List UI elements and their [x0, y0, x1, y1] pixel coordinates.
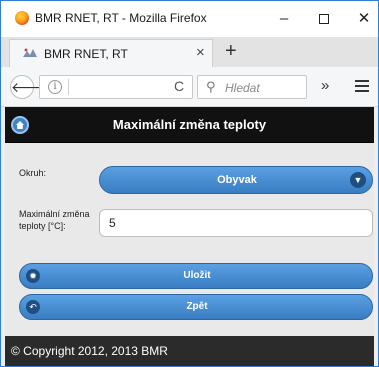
copyright-text: © Copyright 2012, 2013 BMR: [11, 344, 168, 358]
url-separator: [68, 79, 69, 95]
tab-bmr-rnet[interactable]: BMR RNET, RT ×: [9, 39, 213, 67]
maximize-button[interactable]: [307, 7, 341, 31]
close-window-button[interactable]: ✕: [347, 7, 379, 31]
max-change-label: Maximální změna teploty [°C]:: [19, 209, 90, 231]
page-footer: © Copyright 2012, 2013 BMR: [5, 336, 374, 366]
minimize-button[interactable]: –: [267, 7, 301, 31]
close-tab-icon[interactable]: ×: [196, 44, 205, 61]
title-bar: BMR RNET, RT - Mozilla Firefox – ✕: [1, 1, 378, 37]
circuit-label: Okruh:: [19, 168, 47, 178]
search-placeholder: Hledat: [225, 81, 260, 95]
save-button-label: Uložit: [183, 270, 211, 281]
back-nav-button-label: Zpět: [186, 301, 208, 312]
search-icon: ⚲: [206, 79, 216, 94]
browser-window: BMR RNET, RT - Mozilla Firefox – ✕ BMR R…: [0, 0, 379, 367]
url-bar[interactable]: i C: [39, 75, 193, 99]
circuit-select-value: Obyvak: [217, 174, 257, 186]
back-nav-button[interactable]: ↶ Zpět: [19, 294, 373, 320]
page-title: Maximální změna teploty: [112, 117, 267, 132]
site-info-icon[interactable]: i: [48, 80, 62, 94]
maximize-icon: [319, 14, 329, 25]
window-title: BMR RNET, RT - Mozilla Firefox: [35, 11, 207, 25]
tab-title: BMR RNET, RT: [44, 47, 128, 61]
overflow-menu-button[interactable]: »: [321, 77, 329, 94]
firefox-icon: [15, 11, 29, 25]
circuit-select[interactable]: Obyvak ▼: [99, 166, 373, 194]
back-button[interactable]: 🡐: [10, 75, 49, 99]
save-button[interactable]: ✹ Uložit: [19, 263, 373, 289]
reload-icon[interactable]: C: [174, 78, 184, 94]
hamburger-menu-icon[interactable]: [355, 80, 369, 92]
web-page: Maximální změna teploty Okruh: Obyvak ▼ …: [1, 107, 378, 366]
max-change-value: 5: [109, 216, 116, 230]
page-header: Maximální změna teploty: [5, 107, 374, 143]
chevron-down-icon: ▼: [350, 172, 366, 188]
site-favicon: [23, 48, 37, 57]
nav-bar: 🡐 i C ⚲ Hledat »: [1, 67, 378, 107]
max-change-input[interactable]: 5: [99, 209, 373, 237]
new-tab-button[interactable]: +: [225, 39, 237, 63]
search-bar[interactable]: ⚲ Hledat: [197, 75, 307, 99]
tab-strip: BMR RNET, RT × +: [1, 37, 378, 67]
form-content: Okruh: Obyvak ▼ Maximální změna teploty …: [5, 143, 374, 336]
